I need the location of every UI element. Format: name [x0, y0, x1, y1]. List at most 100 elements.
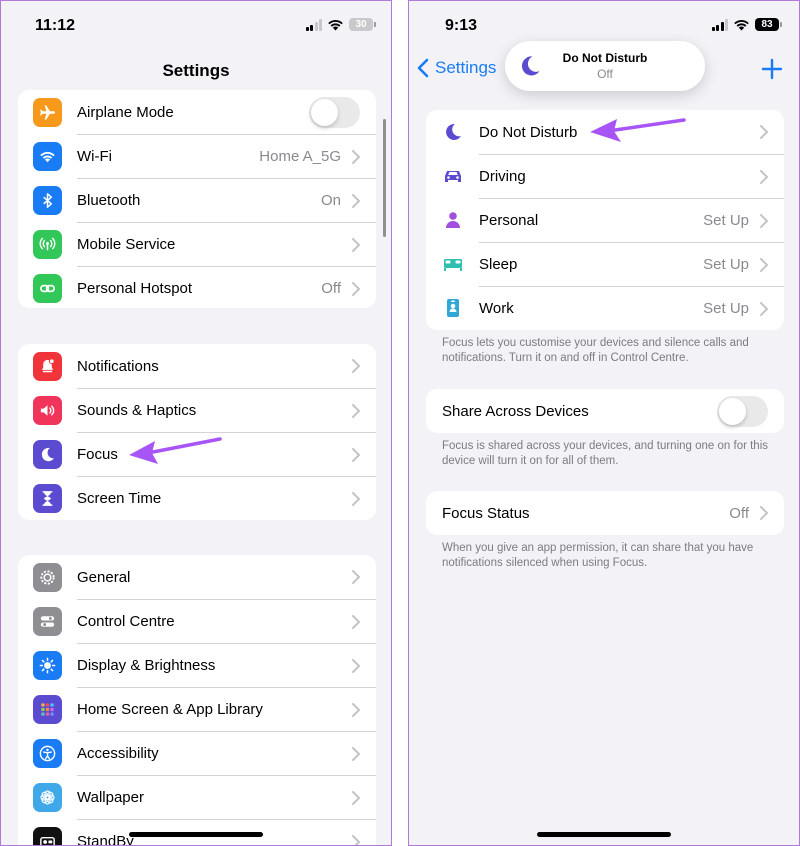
switches-icon — [33, 606, 62, 636]
focus-status-group: Focus Status Off — [426, 491, 784, 535]
airplane-mode-toggle[interactable] — [309, 96, 360, 128]
chevron-right-icon — [352, 447, 360, 462]
focus-row-work[interactable]: Work Set Up — [426, 286, 784, 330]
person-icon — [440, 207, 466, 233]
share-label: Share Across Devices — [442, 402, 589, 420]
general-group: General Control Centre Display & Brightn… — [18, 555, 376, 845]
chevron-right-icon — [352, 359, 360, 373]
settings-row-label: Sounds & Haptics — [77, 402, 197, 419]
focus-status-label: Focus Status — [442, 504, 530, 522]
focus-row-label: Work — [479, 300, 514, 317]
home-indicator[interactable] — [129, 832, 263, 837]
home-indicator[interactable] — [537, 832, 671, 837]
back-label: Settings — [435, 58, 497, 77]
status-time: 9:13 — [445, 17, 478, 34]
settings-row-label: Airplane Mode — [77, 103, 174, 121]
settings-row-airplane-mode[interactable]: Airplane Mode — [18, 90, 376, 134]
share-across-devices-toggle[interactable] — [717, 395, 768, 427]
wifi-icon — [33, 141, 62, 171]
chevron-right-icon — [760, 257, 768, 272]
annotation-arrow — [590, 118, 686, 142]
connectivity-group: Airplane Mode Wi-Fi Home A_5G Bluetooth On… — [18, 90, 376, 308]
scrollbar[interactable] — [383, 119, 386, 237]
settings-row-label: Screen Time — [77, 490, 162, 507]
wifi-status-icon — [734, 20, 749, 31]
settings-row-label: Accessibility — [77, 745, 159, 762]
page-title: Settings — [162, 61, 230, 80]
setup-value: Set Up — [703, 300, 749, 317]
cellular-signal-icon — [305, 18, 322, 31]
chevron-right-icon — [760, 301, 768, 316]
settings-row-home-screen[interactable]: Home Screen & App Library — [18, 687, 376, 731]
share-across-devices-row[interactable]: Share Across Devices — [426, 389, 784, 433]
settings-row-mobile-service[interactable]: Mobile Service — [18, 222, 376, 266]
settings-row-label: Home Screen & App Library — [77, 701, 263, 718]
setup-value: Set Up — [703, 256, 749, 273]
airplane-icon — [33, 97, 62, 127]
badge-icon — [440, 295, 466, 321]
focus-row-sleep[interactable]: Sleep Set Up — [426, 242, 784, 286]
sun-icon — [33, 650, 62, 680]
chevron-right-icon — [352, 491, 360, 506]
chevron-right-icon — [760, 213, 768, 228]
moon-icon — [440, 119, 466, 145]
focus-status-value: Off — [729, 504, 749, 522]
settings-row-label: Control Centre — [77, 613, 175, 630]
settings-row-accessibility[interactable]: Accessibility — [18, 731, 376, 775]
chevron-right-icon — [760, 169, 768, 184]
bell-icon — [33, 351, 62, 381]
back-button[interactable]: Settings — [417, 58, 496, 78]
speaker-icon — [33, 395, 62, 425]
share-footnote: Focus is shared across your devices, and… — [442, 440, 769, 467]
cellular-signal-icon — [711, 18, 728, 31]
settings-row-sounds-haptics[interactable]: Sounds & Haptics — [18, 388, 376, 432]
chevron-right-icon — [352, 281, 360, 296]
toast-subtitle: Off — [597, 67, 613, 81]
settings-row-wallpaper[interactable]: Wallpaper — [18, 775, 376, 819]
notifications-group: Notifications Sounds & Haptics Focus Scr… — [18, 344, 376, 520]
settings-row-display-brightness[interactable]: Display & Brightness — [18, 643, 376, 687]
annotation-arrow — [129, 437, 222, 464]
settings-row-label: Notifications — [77, 357, 159, 375]
chevron-right-icon — [352, 570, 360, 584]
chevron-right-icon — [352, 658, 360, 673]
settings-row-label: Display & Brightness — [77, 657, 216, 674]
chevron-right-icon — [352, 193, 360, 208]
focus-screen: 9:13 83 Settings Do Not Disturb Off Do N… — [408, 0, 800, 846]
settings-row-general[interactable]: General — [18, 555, 376, 599]
settings-row-notifications[interactable]: Notifications — [18, 344, 376, 388]
settings-row-personal-hotspot[interactable]: Personal Hotspot Off — [18, 266, 376, 308]
add-icon[interactable] — [761, 58, 783, 80]
focus-status-row[interactable]: Focus Status Off — [426, 491, 784, 535]
standby-icon — [33, 826, 62, 845]
focus-row-label: Do Not Disturb — [479, 123, 578, 141]
toast-title: Do Not Disturb — [562, 51, 648, 65]
bluetooth-value: On — [320, 192, 341, 209]
chevron-right-icon — [352, 149, 360, 164]
car-icon — [440, 163, 466, 189]
settings-row-label: Wallpaper — [77, 789, 144, 806]
flower-icon — [33, 782, 62, 812]
chevron-right-icon — [352, 403, 360, 418]
focus-row-driving[interactable]: Driving — [426, 154, 784, 198]
bluetooth-icon — [33, 185, 62, 215]
setup-value: Set Up — [703, 212, 749, 229]
focus-row-personal[interactable]: Personal Set Up — [426, 198, 784, 242]
bed-icon — [440, 251, 466, 277]
chevron-right-icon — [352, 702, 360, 717]
antenna-icon — [33, 229, 62, 259]
settings-row-control-centre[interactable]: Control Centre — [18, 599, 376, 643]
settings-row-wifi[interactable]: Wi-Fi Home A_5G — [18, 134, 376, 178]
hotspot-value: Off — [321, 280, 341, 297]
moon-icon — [33, 439, 62, 469]
share-group: Share Across Devices — [426, 389, 784, 433]
focus-row-label: Personal — [479, 212, 539, 229]
chevron-right-icon — [760, 506, 768, 520]
settings-row-label: Personal Hotspot — [77, 280, 193, 297]
chevron-left-icon — [417, 58, 429, 78]
settings-row-label: Mobile Service — [77, 236, 176, 253]
chevron-right-icon — [760, 125, 768, 139]
settings-row-bluetooth[interactable]: Bluetooth On — [18, 178, 376, 222]
settings-row-screen-time[interactable]: Screen Time — [18, 476, 376, 520]
wifi-network-value: Home A_5G — [259, 148, 341, 165]
